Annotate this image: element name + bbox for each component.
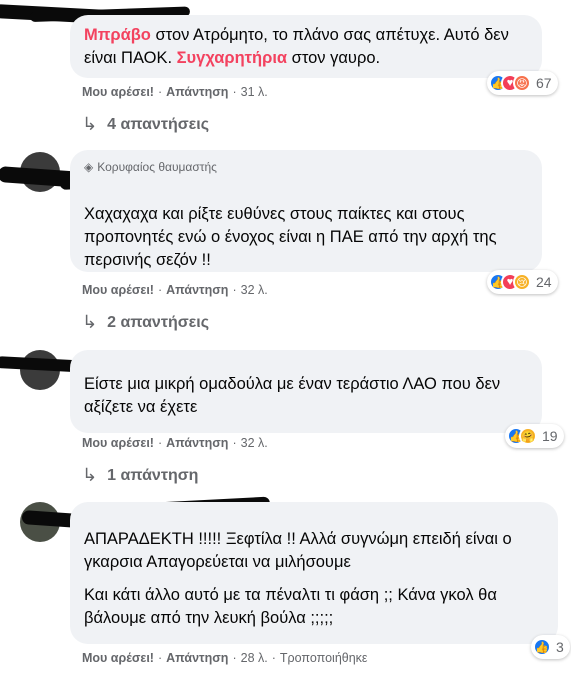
view-replies-link[interactable]: ↳ 4 απαντήσεις [82,114,209,135]
comment-actions: Μου αρέσει! · Απάντηση · 28 λ. · Τροποπο… [82,651,368,665]
diamond-icon: ◈ [84,160,94,174]
reaction-count: 24 [536,274,552,290]
comment-text: ΑΠΑΡΑΔΕΚΤΗ !!!!! Ξεφτίλα !! Αλλά συγνώμη… [84,528,544,574]
replies-count: 2 απαντήσεις [107,313,210,331]
comment-bubble: Είστε μια μικρή ομαδούλα με έναν τεράστι… [70,350,542,433]
view-replies-link[interactable]: ↳ 2 απαντήσεις [82,312,209,333]
separator: · [157,85,163,99]
reply-button[interactable]: Απάντηση [166,436,228,450]
reply-arrow-icon: ↳ [82,465,98,485]
like-button[interactable]: Μου αρέσει! [82,651,154,665]
comment-actions: Μου αρέσει! · Απάντηση · 31 λ. [82,85,268,99]
separator: · [157,283,163,297]
separator: · [157,651,163,665]
separator: · [232,651,237,665]
reaction-summary[interactable]: 👍 ♥ 😡 67 [487,71,558,95]
comment-bubble: Μπράβο στον Ατρόμητο, το πλάνο σας απέτυ… [70,15,542,78]
tagged-word[interactable]: Μπράβο [84,26,151,44]
view-replies-link[interactable]: ↳ 1 απάντηση [82,465,198,486]
tagged-word[interactable]: Συγχαρητήρια [177,49,287,67]
comment-text: Είστε μια μικρή ομαδούλα με έναν τεράστι… [84,373,528,419]
replies-count: 4 απαντήσεις [107,115,210,133]
reply-arrow-icon: ↳ [82,312,98,332]
reply-arrow-icon: ↳ [82,114,98,134]
comment-timestamp[interactable]: 32 λ. [241,436,268,450]
like-button[interactable]: Μου αρέσει! [82,436,154,450]
comment-actions: Μου αρέσει! · Απάντηση · 32 λ. [82,436,268,450]
comment-text: Μπράβο στον Ατρόμητο, το πλάνο σας απέτυ… [84,24,528,70]
reply-button[interactable]: Απάντηση [166,651,228,665]
badge-label: Κορυφαίος θαυμαστής [97,160,217,174]
reply-button[interactable]: Απάντηση [166,283,228,297]
reaction-count: 3 [556,639,564,655]
comment-text-part: στον γαυρο. [287,49,381,67]
reaction-summary[interactable]: 👍 ♥ 😢 24 [487,270,558,294]
edited-label[interactable]: Τροποποιήθηκε [280,651,368,665]
angry-icon: 😡 [513,74,531,92]
separator: · [232,85,237,99]
separator: · [232,283,237,297]
comment-timestamp[interactable]: 28 λ. [241,651,268,665]
comment-text: Και κάτι άλλο αυτό με τα πέναλτι τι φάση… [84,584,544,630]
reply-button[interactable]: Απάντηση [166,85,228,99]
comment-timestamp[interactable]: 31 λ. [241,85,268,99]
separator: · [157,436,163,450]
separator: · [232,436,237,450]
comment-text-part: Είστε μια μικρή ομαδούλα με έναν τεράστι… [84,375,501,416]
reaction-count: 19 [542,428,558,444]
comment-text: Χαχαχαχα και ρίξτε ευθύνες στους παίκτες… [84,203,528,272]
comment-text-part: Και κάτι άλλο αυτό με τα πέναλτι τι φάση… [84,586,497,627]
reaction-summary[interactable]: 👍 3 [531,635,570,659]
comment-actions: Μου αρέσει! · Απάντηση · 32 λ. [82,283,268,297]
comment-text-part: ΑΠΑΡΑΔΕΚΤΗ !!!!! Ξεφτίλα !! Αλλά συγνώμη… [84,530,512,571]
replies-count: 1 απάντηση [107,466,199,484]
separator: · [271,651,276,665]
like-icon: 👍 [533,638,551,656]
like-button[interactable]: Μου αρέσει! [82,283,154,297]
sad-icon: 😢 [513,273,531,291]
reaction-count: 67 [536,75,552,91]
care-icon: 🤗 [519,427,537,445]
top-fan-badge[interactable]: ◈ Κορυφαίος θαυμαστής [84,156,528,179]
comment-bubble: ΑΠΑΡΑΔΕΚΤΗ !!!!! Ξεφτίλα !! Αλλά συγνώμη… [70,502,558,644]
like-button[interactable]: Μου αρέσει! [82,85,154,99]
reaction-summary[interactable]: 👍 🤗 19 [505,424,564,448]
comment-bubble: ◈ Κορυφαίος θαυμαστής Χαχαχαχα και ρίξτε… [70,150,542,272]
comment-timestamp[interactable]: 32 λ. [241,283,268,297]
comment-text-part: Χαχαχαχα και ρίξτε ευθύνες στους παίκτες… [84,205,497,269]
